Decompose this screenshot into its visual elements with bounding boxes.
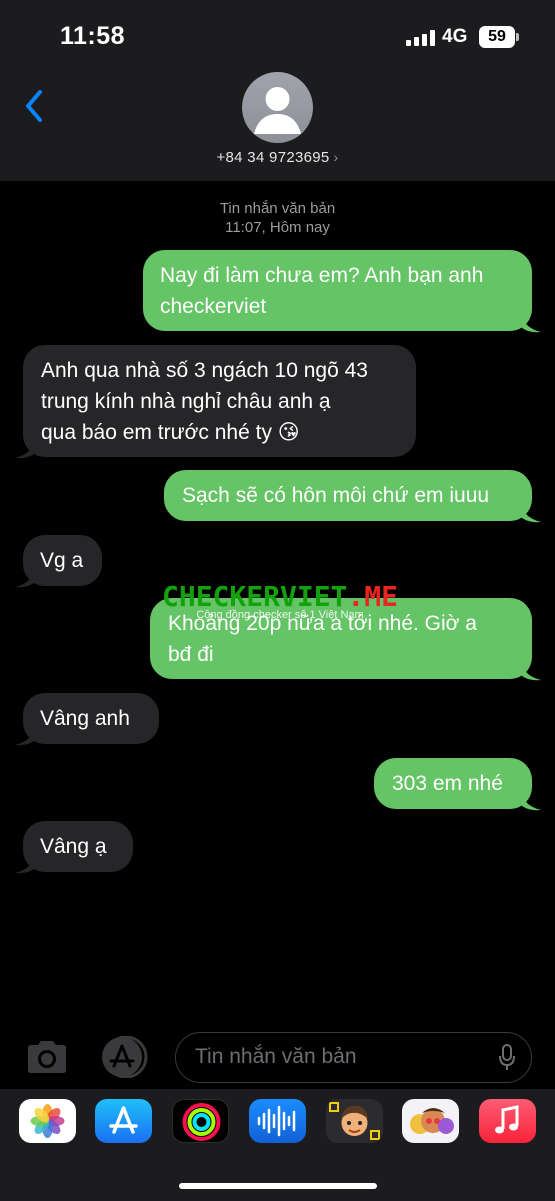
message-line: Vg a [40, 549, 84, 572]
app-store-icon [102, 1035, 148, 1079]
bubble-tail [521, 313, 541, 333]
apps-button[interactable] [98, 1035, 152, 1079]
camera-icon [28, 1041, 66, 1073]
message-line: Nay đi làm chưa em? Anh bạn anh [160, 264, 484, 287]
message-line: checkerviet [160, 295, 267, 318]
bubble-tail [521, 791, 541, 811]
message-bubble-outgoing[interactable]: Khoảng 20p nữa a tới nhé. Giờ a bđ đi [150, 598, 532, 679]
message-line: bđ đi [168, 643, 214, 666]
chevron-left-icon [26, 90, 42, 122]
message-line: Anh qua nhà số 3 ngách 10 ngõ 43 [41, 359, 368, 382]
message-bubble-incoming[interactable]: Anh qua nhà số 3 ngách 10 ngõ 43 trung k… [23, 345, 416, 457]
contact-number[interactable]: +84 34 9723695 › [0, 149, 555, 166]
contact-avatar[interactable] [242, 72, 313, 143]
message-line: Vâng ạ [40, 835, 107, 858]
contact-number-text: +84 34 9723695 [216, 149, 330, 166]
bubble-tail [521, 661, 541, 681]
voice-memos-app-button[interactable] [249, 1099, 306, 1143]
message-bubble-outgoing[interactable]: Sạch sẽ có hôn môi chứ em iuuu [164, 470, 532, 521]
voice-memo-icon [257, 1105, 296, 1137]
network-type: 4G [442, 26, 468, 47]
bubble-tail [15, 854, 35, 874]
message-line: qua báo em trước nhé ty 😘 [41, 421, 300, 444]
music-icon [495, 1105, 519, 1134]
photos-icon [30, 1104, 65, 1138]
chevron-right-icon: › [333, 149, 339, 165]
bubble-tail [15, 568, 35, 588]
memoji-stickers-app-button[interactable] [402, 1099, 459, 1143]
app-store-app-button[interactable] [95, 1099, 152, 1143]
message-line: 303 em nhé [392, 772, 503, 795]
memoji-stickers-icon [410, 1108, 454, 1134]
person-icon [254, 87, 301, 134]
battery-tip [516, 33, 519, 41]
message-bubble-incoming[interactable]: Vâng ạ [23, 821, 133, 872]
app-store-icon [109, 1106, 138, 1134]
message-input-placeholder: Tin nhắn văn bản [195, 1045, 357, 1068]
message-bubble-incoming[interactable]: Vâng anh [23, 693, 159, 744]
cellular-signal-icon [406, 30, 436, 46]
message-line: Vâng anh [40, 707, 130, 730]
memoji-icon [329, 1102, 380, 1140]
message-bubble-outgoing[interactable]: Nay đi làm chưa em? Anh bạn anh checkerv… [143, 250, 532, 331]
message-line: Khoảng 20p nữa a tới nhé. Giờ a [168, 612, 477, 635]
camera-button[interactable] [24, 1038, 70, 1076]
status-time: 11:58 [60, 22, 126, 50]
thread-timestamp: 11:07, Hôm nay [225, 219, 330, 236]
photos-app-button[interactable] [19, 1099, 76, 1143]
fitness-app-button[interactable] [172, 1099, 229, 1143]
music-app-button[interactable] [479, 1099, 536, 1143]
status-bar: 11:58 4G 59 [0, 0, 555, 70]
fitness-icon [182, 1103, 221, 1141]
memoji-app-button[interactable] [326, 1099, 383, 1143]
microphone-icon[interactable] [497, 1043, 517, 1073]
message-input[interactable]: Tin nhắn văn bản [175, 1032, 532, 1083]
back-button[interactable] [20, 86, 50, 126]
bubble-tail [15, 439, 35, 459]
message-line: trung kính nhà nghỉ châu anh ạ [41, 390, 331, 413]
bubble-tail [521, 503, 541, 523]
thread-type-label: Tin nhắn văn bản [219, 200, 336, 217]
message-line: Sạch sẽ có hôn môi chứ em iuuu [182, 484, 490, 507]
battery-icon: 59 [479, 26, 515, 48]
home-indicator[interactable] [179, 1183, 377, 1189]
message-bubble-outgoing[interactable]: 303 em nhé [374, 758, 532, 809]
bubble-tail [15, 726, 35, 746]
